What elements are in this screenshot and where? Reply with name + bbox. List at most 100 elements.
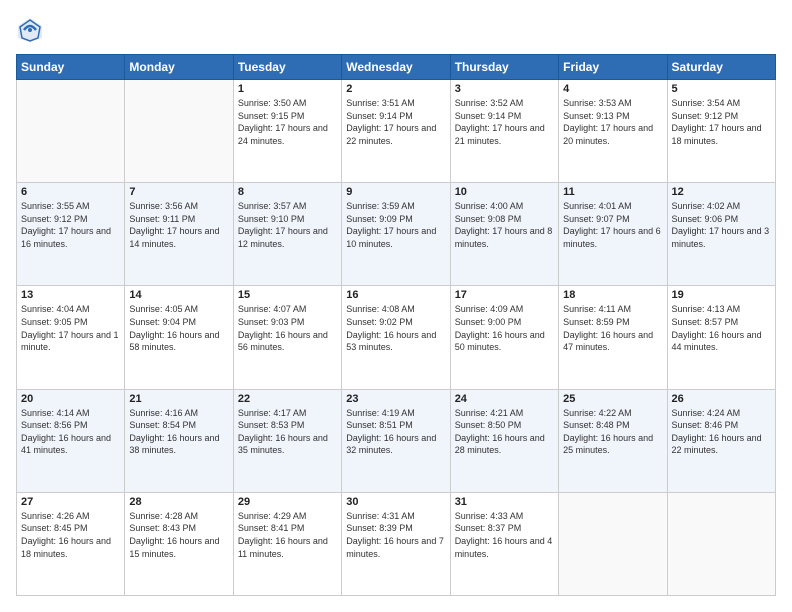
page: SundayMondayTuesdayWednesdayThursdayFrid… bbox=[0, 0, 792, 612]
day-info: Sunrise: 4:13 AM Sunset: 8:57 PM Dayligh… bbox=[672, 303, 771, 353]
calendar-cell: 29 Sunrise: 4:29 AM Sunset: 8:41 PM Dayli… bbox=[233, 492, 341, 595]
calendar-cell bbox=[17, 80, 125, 183]
day-info: Sunrise: 4:16 AM Sunset: 8:54 PM Dayligh… bbox=[129, 407, 228, 457]
day-number: 6 bbox=[21, 186, 120, 198]
calendar-cell: 7 Sunrise: 3:56 AM Sunset: 9:11 PM Daylig… bbox=[125, 183, 233, 286]
day-number: 23 bbox=[346, 393, 445, 405]
calendar-cell: 18 Sunrise: 4:11 AM Sunset: 8:59 PM Dayli… bbox=[559, 286, 667, 389]
calendar-cell: 24Sunrise: 4:21 AM Sunset: 8:50 PM Dayli… bbox=[450, 389, 558, 492]
day-number: 14 bbox=[129, 289, 228, 301]
day-number: 13 bbox=[21, 289, 120, 301]
calendar-cell bbox=[667, 492, 775, 595]
day-number: 18 bbox=[563, 289, 662, 301]
calendar-cell: 25 Sunrise: 4:22 AM Sunset: 8:48 PM Dayli… bbox=[559, 389, 667, 492]
calendar-cell: 8 Sunrise: 3:57 AM Sunset: 9:10 PM Daylig… bbox=[233, 183, 341, 286]
day-info: Sunrise: 3:54 AM Sunset: 9:12 PM Dayligh… bbox=[672, 97, 771, 147]
day-number: 29 bbox=[238, 496, 337, 508]
day-number: 11 bbox=[563, 186, 662, 198]
weekday-friday: Friday bbox=[559, 55, 667, 80]
calendar-cell: 6 Sunrise: 3:55 AM Sunset: 9:12 PM Daylig… bbox=[17, 183, 125, 286]
week-row-1: 1 Sunrise: 3:50 AM Sunset: 9:15 PM Daylig… bbox=[17, 80, 776, 183]
week-row-3: 13Sunrise: 4:04 AM Sunset: 9:05 PM Dayli… bbox=[17, 286, 776, 389]
calendar-cell: 26Sunrise: 4:24 AM Sunset: 8:46 PM Dayli… bbox=[667, 389, 775, 492]
day-info: Sunrise: 4:00 AM Sunset: 9:08 PM Dayligh… bbox=[455, 200, 554, 250]
calendar-cell: 11 Sunrise: 4:01 AM Sunset: 9:07 PM Dayli… bbox=[559, 183, 667, 286]
day-number: 15 bbox=[238, 289, 337, 301]
day-number: 12 bbox=[672, 186, 771, 198]
day-info: Sunrise: 3:50 AM Sunset: 9:15 PM Dayligh… bbox=[238, 97, 337, 147]
day-info: Sunrise: 4:24 AM Sunset: 8:46 PM Dayligh… bbox=[672, 407, 771, 457]
day-info: Sunrise: 4:31 AM Sunset: 8:39 PM Dayligh… bbox=[346, 510, 445, 560]
logo bbox=[16, 16, 48, 44]
day-number: 28 bbox=[129, 496, 228, 508]
day-number: 19 bbox=[672, 289, 771, 301]
calendar-cell: 1 Sunrise: 3:50 AM Sunset: 9:15 PM Daylig… bbox=[233, 80, 341, 183]
day-info: Sunrise: 4:02 AM Sunset: 9:06 PM Dayligh… bbox=[672, 200, 771, 250]
calendar-cell: 30 Sunrise: 4:31 AM Sunset: 8:39 PM Dayli… bbox=[342, 492, 450, 595]
weekday-wednesday: Wednesday bbox=[342, 55, 450, 80]
day-info: Sunrise: 3:53 AM Sunset: 9:13 PM Dayligh… bbox=[563, 97, 662, 147]
week-row-4: 20Sunrise: 4:14 AM Sunset: 8:56 PM Dayli… bbox=[17, 389, 776, 492]
day-number: 8 bbox=[238, 186, 337, 198]
day-number: 30 bbox=[346, 496, 445, 508]
calendar-cell: 9 Sunrise: 3:59 AM Sunset: 9:09 PM Daylig… bbox=[342, 183, 450, 286]
calendar-cell: 12 Sunrise: 4:02 AM Sunset: 9:06 PM Dayli… bbox=[667, 183, 775, 286]
day-info: Sunrise: 4:29 AM Sunset: 8:41 PM Dayligh… bbox=[238, 510, 337, 560]
calendar-cell: 27 Sunrise: 4:26 AM Sunset: 8:45 PM Dayli… bbox=[17, 492, 125, 595]
calendar-cell: 3Sunrise: 3:52 AM Sunset: 9:14 PM Daylig… bbox=[450, 80, 558, 183]
day-number: 17 bbox=[455, 289, 554, 301]
calendar-cell bbox=[559, 492, 667, 595]
day-number: 7 bbox=[129, 186, 228, 198]
calendar-cell: 21 Sunrise: 4:16 AM Sunset: 8:54 PM Dayli… bbox=[125, 389, 233, 492]
calendar-table: SundayMondayTuesdayWednesdayThursdayFrid… bbox=[16, 54, 776, 596]
day-info: Sunrise: 3:56 AM Sunset: 9:11 PM Dayligh… bbox=[129, 200, 228, 250]
day-number: 1 bbox=[238, 83, 337, 95]
day-info: Sunrise: 4:08 AM Sunset: 9:02 PM Dayligh… bbox=[346, 303, 445, 353]
day-info: Sunrise: 4:28 AM Sunset: 8:43 PM Dayligh… bbox=[129, 510, 228, 560]
day-number: 21 bbox=[129, 393, 228, 405]
day-number: 10 bbox=[455, 186, 554, 198]
day-number: 4 bbox=[563, 83, 662, 95]
calendar-cell: 10 Sunrise: 4:00 AM Sunset: 9:08 PM Dayli… bbox=[450, 183, 558, 286]
day-number: 31 bbox=[455, 496, 554, 508]
day-info: Sunrise: 3:55 AM Sunset: 9:12 PM Dayligh… bbox=[21, 200, 120, 250]
calendar-cell: 5 Sunrise: 3:54 AM Sunset: 9:12 PM Daylig… bbox=[667, 80, 775, 183]
calendar-cell: 13Sunrise: 4:04 AM Sunset: 9:05 PM Dayli… bbox=[17, 286, 125, 389]
day-info: Sunrise: 4:05 AM Sunset: 9:04 PM Dayligh… bbox=[129, 303, 228, 353]
calendar-cell: 28 Sunrise: 4:28 AM Sunset: 8:43 PM Dayli… bbox=[125, 492, 233, 595]
week-row-2: 6 Sunrise: 3:55 AM Sunset: 9:12 PM Daylig… bbox=[17, 183, 776, 286]
calendar-cell: 22Sunrise: 4:17 AM Sunset: 8:53 PM Dayli… bbox=[233, 389, 341, 492]
logo-icon bbox=[16, 16, 44, 44]
calendar-cell: 19 Sunrise: 4:13 AM Sunset: 8:57 PM Dayli… bbox=[667, 286, 775, 389]
week-row-5: 27 Sunrise: 4:26 AM Sunset: 8:45 PM Dayli… bbox=[17, 492, 776, 595]
day-number: 24 bbox=[455, 393, 554, 405]
day-number: 25 bbox=[563, 393, 662, 405]
day-info: Sunrise: 4:11 AM Sunset: 8:59 PM Dayligh… bbox=[563, 303, 662, 353]
day-info: Sunrise: 3:51 AM Sunset: 9:14 PM Dayligh… bbox=[346, 97, 445, 147]
day-info: Sunrise: 4:14 AM Sunset: 8:56 PM Dayligh… bbox=[21, 407, 120, 457]
day-number: 2 bbox=[346, 83, 445, 95]
day-info: Sunrise: 4:33 AM Sunset: 8:37 PM Dayligh… bbox=[455, 510, 554, 560]
calendar-cell bbox=[125, 80, 233, 183]
day-number: 27 bbox=[21, 496, 120, 508]
day-info: Sunrise: 4:22 AM Sunset: 8:48 PM Dayligh… bbox=[563, 407, 662, 457]
day-info: Sunrise: 4:19 AM Sunset: 8:51 PM Dayligh… bbox=[346, 407, 445, 457]
day-number: 9 bbox=[346, 186, 445, 198]
calendar-cell: 4 Sunrise: 3:53 AM Sunset: 9:13 PM Daylig… bbox=[559, 80, 667, 183]
day-number: 5 bbox=[672, 83, 771, 95]
day-info: Sunrise: 4:07 AM Sunset: 9:03 PM Dayligh… bbox=[238, 303, 337, 353]
day-number: 3 bbox=[455, 83, 554, 95]
calendar-cell: 31 Sunrise: 4:33 AM Sunset: 8:37 PM Dayli… bbox=[450, 492, 558, 595]
calendar-cell: 23 Sunrise: 4:19 AM Sunset: 8:51 PM Dayli… bbox=[342, 389, 450, 492]
day-info: Sunrise: 3:57 AM Sunset: 9:10 PM Dayligh… bbox=[238, 200, 337, 250]
weekday-monday: Monday bbox=[125, 55, 233, 80]
calendar-cell: 20Sunrise: 4:14 AM Sunset: 8:56 PM Dayli… bbox=[17, 389, 125, 492]
calendar-cell: 15 Sunrise: 4:07 AM Sunset: 9:03 PM Dayli… bbox=[233, 286, 341, 389]
weekday-sunday: Sunday bbox=[17, 55, 125, 80]
day-number: 22 bbox=[238, 393, 337, 405]
day-info: Sunrise: 3:59 AM Sunset: 9:09 PM Dayligh… bbox=[346, 200, 445, 250]
calendar-cell: 16Sunrise: 4:08 AM Sunset: 9:02 PM Dayli… bbox=[342, 286, 450, 389]
calendar-cell: 14 Sunrise: 4:05 AM Sunset: 9:04 PM Dayli… bbox=[125, 286, 233, 389]
day-info: Sunrise: 4:26 AM Sunset: 8:45 PM Dayligh… bbox=[21, 510, 120, 560]
day-info: Sunrise: 4:01 AM Sunset: 9:07 PM Dayligh… bbox=[563, 200, 662, 250]
